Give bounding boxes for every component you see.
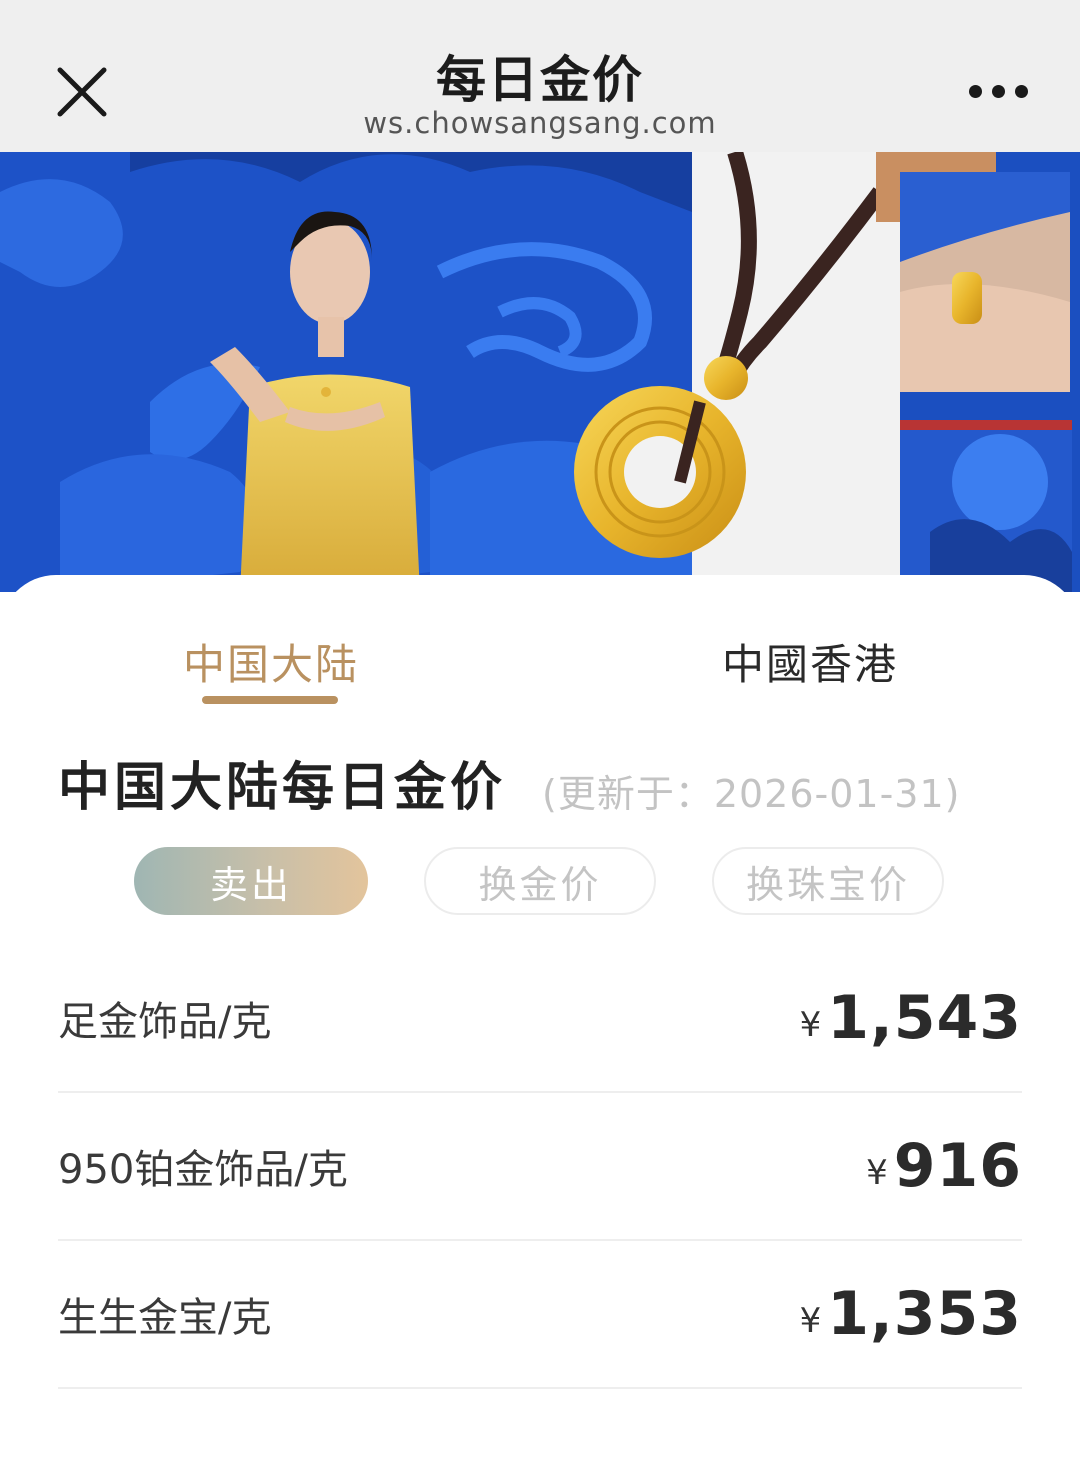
price-row: 950铂金饰品/克 ¥ 916 [58, 1093, 1022, 1241]
price-amount: 916 [893, 1131, 1022, 1201]
gold-price-card: 中国大陆 中國香港 中国大陆每日金价 (更新于：2026-01-31) 卖出 换… [0, 575, 1080, 1482]
price-amount: 1,543 [827, 983, 1022, 1053]
currency-symbol: ¥ [799, 1301, 822, 1341]
tab-hongkong[interactable]: 中國香港 [722, 631, 898, 692]
price-row: 生生金宝/克 ¥ 1,353 [58, 1241, 1022, 1389]
price-item-name: 950铂金饰品/克 [58, 1147, 348, 1193]
more-button[interactable] [962, 76, 1034, 106]
page-title: 每日金价 [436, 51, 644, 109]
price-value: ¥ 1,353 [800, 1241, 1022, 1387]
price-value: ¥ 916 [866, 1093, 1022, 1239]
price-type-exchange-jewelry-button[interactable]: 换珠宝价 [712, 847, 944, 915]
price-item-name: 足金饰品/克 [58, 999, 272, 1045]
price-type-sell-button[interactable]: 卖出 [134, 847, 368, 915]
more-dots-icon [1014, 84, 1028, 98]
page-domain: ws.chowsangsang.com [363, 106, 717, 140]
active-tab-indicator [202, 696, 338, 704]
price-type-exchange-gold-button[interactable]: 换金价 [424, 847, 656, 915]
promo-banner[interactable] [0, 152, 1080, 592]
update-date: (更新于：2026-01-31) [542, 772, 961, 816]
nav-bar: 每日金价 ws.chowsangsang.com [0, 0, 1080, 152]
price-row: 足金饰品/克 ¥ 1,543 [58, 945, 1022, 1093]
tab-mainland[interactable]: 中国大陆 [183, 631, 359, 692]
promo-banner-image [0, 152, 1072, 592]
currency-symbol: ¥ [799, 1005, 822, 1045]
price-value: ¥ 1,543 [800, 945, 1022, 1091]
price-item-name: 生生金宝/克 [58, 1295, 272, 1341]
more-dots-icon [968, 84, 982, 98]
more-dots-icon [991, 84, 1005, 98]
region-tabs: 中国大陆 中國香港 [0, 575, 1080, 705]
price-amount: 1,353 [827, 1279, 1022, 1349]
section-title: 中国大陆每日金价 [58, 758, 507, 818]
currency-symbol: ¥ [866, 1153, 888, 1193]
